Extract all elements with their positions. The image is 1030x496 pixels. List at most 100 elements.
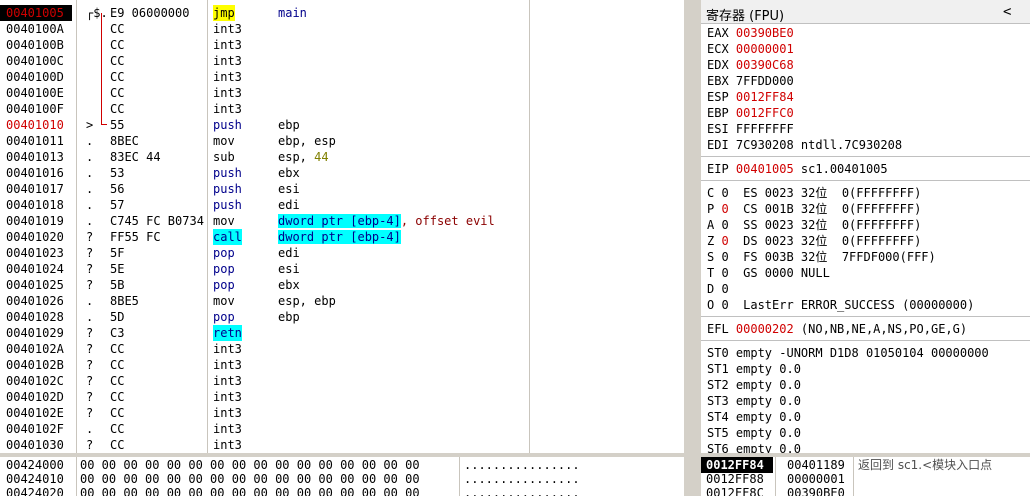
disasm-row[interactable]: 00401023? 5F pop edi: [0, 245, 684, 261]
disasm-row[interactable]: 00401005 ┌$. E9 06000000 jmp main: [0, 5, 684, 21]
register-line[interactable]: EAX 00390BE0: [707, 25, 794, 41]
disasm-row[interactable]: 00401017. 56 push esi: [0, 181, 684, 197]
disasm-operands: dword ptr [ebp-4]: [278, 229, 401, 245]
dump-address: 00424020: [6, 486, 64, 496]
disasm-row[interactable]: 0040100B CC int3: [0, 37, 684, 53]
disasm-operands: esp, ebp: [278, 293, 336, 309]
disasm-address: 0040100E: [6, 86, 64, 100]
collapse-icon[interactable]: <: [1003, 4, 1011, 20]
register-line[interactable]: D 0: [707, 281, 729, 297]
disasm-hex: C745 FC B0734: [110, 214, 204, 228]
register-line[interactable]: S 0 FS 003B 32位 7FFDF000(FFF): [707, 249, 936, 265]
disasm-row[interactable]: 00401026. 8BE5 mov esp, ebp: [0, 293, 684, 309]
operand-part: esi: [278, 182, 300, 196]
disasm-row[interactable]: 0040102A? CC int3: [0, 341, 684, 357]
disasm-row[interactable]: 00401028. 5D pop ebp: [0, 309, 684, 325]
register-text: ESP: [707, 90, 736, 104]
register-text: 00000202: [735, 322, 794, 336]
disasm-mnemonic: int3: [213, 102, 242, 116]
disasm-marker: ?: [86, 262, 94, 276]
disasm-row[interactable]: 0040102D? CC int3: [0, 389, 684, 405]
disasm-marker: .: [86, 310, 94, 324]
disasm-row[interactable]: 00401024? 5E pop esi: [0, 261, 684, 277]
register-line[interactable]: ST5 empty 0.0: [707, 425, 801, 441]
stack-row[interactable]: 0012FF8C 00390BE0: [701, 485, 1030, 496]
register-line[interactable]: ESP 0012FF84: [707, 89, 794, 105]
disassembly-pane[interactable]: 00401005 ┌$. E9 06000000 jmp main 0040100A CC i…: [0, 0, 684, 453]
register-line[interactable]: ECX 00000001: [707, 41, 794, 57]
disasm-address: 00401016: [6, 166, 64, 180]
disasm-address: 00401017: [6, 182, 64, 196]
register-line[interactable]: ST0 empty -UNORM D1D8 01050104 00000000: [707, 345, 989, 361]
disasm-mnemonic: mov: [213, 134, 235, 148]
disasm-mnemonic: int3: [213, 358, 242, 372]
register-line[interactable]: ST4 empty 0.0: [707, 409, 801, 425]
disasm-row[interactable]: 00401010 >55 push ebp: [0, 117, 684, 133]
disasm-row[interactable]: 0040102C? CC int3: [0, 373, 684, 389]
disasm-row[interactable]: 0040100E CC int3: [0, 85, 684, 101]
disasm-operands: edi: [278, 197, 300, 213]
register-line[interactable]: C 0 ES 0023 32位 0(FFFFFFFF): [707, 185, 921, 201]
disasm-row[interactable]: 00401019. C745 FC B0734 mov dword ptr [ebp-…: [0, 213, 684, 229]
disasm-row[interactable]: 0040102F. CC int3: [0, 421, 684, 437]
disasm-address: 00401028: [6, 310, 64, 324]
disasm-row[interactable]: 0040102B? CC int3: [0, 357, 684, 373]
disasm-row[interactable]: 0040100C CC int3: [0, 53, 684, 69]
disasm-mnemonic: int3: [213, 22, 242, 36]
register-line[interactable]: EBP 0012FFC0: [707, 105, 794, 121]
disasm-row[interactable]: 00401030? CC int3: [0, 437, 684, 453]
disasm-row[interactable]: 00401025? 5B pop ebx: [0, 277, 684, 293]
disasm-marker: ┌$.: [86, 6, 108, 20]
register-text: EFL: [707, 322, 736, 336]
disasm-row[interactable]: 0040100A CC int3: [0, 21, 684, 37]
stack-pane[interactable]: 0012FF84 00401189 返回到 sc1.<模块入口点 0012FF88 00…: [701, 457, 1030, 496]
register-line[interactable]: ST1 empty 0.0: [707, 361, 801, 377]
register-line[interactable]: EBX 7FFDD000: [707, 73, 794, 89]
disasm-address: 00401005: [6, 6, 64, 20]
register-line[interactable]: ST6 empty 0.0: [707, 441, 801, 453]
disasm-mnemonic: jmp: [213, 5, 235, 21]
registers-title: 寄存器 (FPU): [706, 9, 785, 24]
registers-pane[interactable]: 寄存器 (FPU) < EAX 00390BE0 ECX 00000001 EDX …: [701, 0, 1030, 453]
memory-dump-pane[interactable]: 00424000 00 00 00 00 00 00 00 00 00 00 00…: [0, 457, 684, 496]
disasm-row[interactable]: 00401016. 53 push ebx: [0, 165, 684, 181]
register-line[interactable]: T 0 GS 0000 NULL: [707, 265, 830, 281]
disasm-hex: CC: [110, 102, 125, 116]
disasm-marker: ?: [86, 358, 94, 372]
disasm-mnemonic: mov: [213, 214, 235, 228]
register-line[interactable]: P 0 CS 001B 32位 0(FFFFFFFF): [707, 201, 921, 217]
disasm-hex: CC: [110, 358, 125, 372]
disasm-address: 00401023: [6, 246, 64, 260]
disasm-row[interactable]: 00401018. 57 push edi: [0, 197, 684, 213]
disasm-row[interactable]: 00401020? FF55 FC call dword ptr [ebp-4]: [0, 229, 684, 245]
register-line[interactable]: ESI FFFFFFFF: [707, 121, 794, 137]
register-line[interactable]: EIP 00401005 sc1.00401005: [707, 161, 888, 177]
disasm-row[interactable]: 00401013. 83EC 44 sub esp, 44: [0, 149, 684, 165]
register-line[interactable]: O 0 LastErr ERROR_SUCCESS (00000000): [707, 297, 974, 313]
register-line[interactable]: Z 0 DS 0023 32位 0(FFFFFFFF): [707, 233, 921, 249]
register-separator: [701, 340, 1030, 341]
register-line[interactable]: ST2 empty 0.0: [707, 377, 801, 393]
register-line[interactable]: EFL 00000202 (NO,NB,NE,A,NS,PO,GE,G): [707, 321, 967, 337]
disasm-row[interactable]: 0040100F CC int3: [0, 101, 684, 117]
disasm-hex: CC: [110, 86, 125, 100]
disasm-row[interactable]: 0040102E? CC int3: [0, 405, 684, 421]
disasm-mnemonic: int3: [213, 406, 242, 420]
register-line[interactable]: EDX 00390C68: [707, 57, 794, 73]
disasm-hex: 56: [110, 182, 125, 196]
operand-part: ebx: [278, 278, 300, 292]
register-text: A 0 SS 0023 32位 0(FFFFFFFF): [707, 218, 922, 232]
register-line[interactable]: ST3 empty 0.0: [707, 393, 801, 409]
disasm-row[interactable]: 00401011. 8BEC mov ebp, esp: [0, 133, 684, 149]
dump-row[interactable]: 00424020 00 00 00 00 00 00 00 00 00 00 00…: [0, 485, 684, 496]
register-line[interactable]: EDI 7C930208 ntdll.7C930208: [707, 137, 902, 153]
registers-header[interactable]: 寄存器 (FPU) <: [701, 0, 1030, 24]
register-text: T 0 GS 0000 NULL: [707, 266, 830, 280]
disasm-mnemonic: sub: [213, 150, 235, 164]
disasm-mnemonic: int3: [213, 70, 242, 84]
disasm-row[interactable]: 0040100D CC int3: [0, 69, 684, 85]
register-text: D 0: [707, 282, 729, 296]
register-line[interactable]: A 0 SS 0023 32位 0(FFFFFFFF): [707, 217, 921, 233]
disasm-row[interactable]: 00401029? C3 retn: [0, 325, 684, 341]
operand-part: dword ptr [ebp-4]: [278, 230, 401, 244]
